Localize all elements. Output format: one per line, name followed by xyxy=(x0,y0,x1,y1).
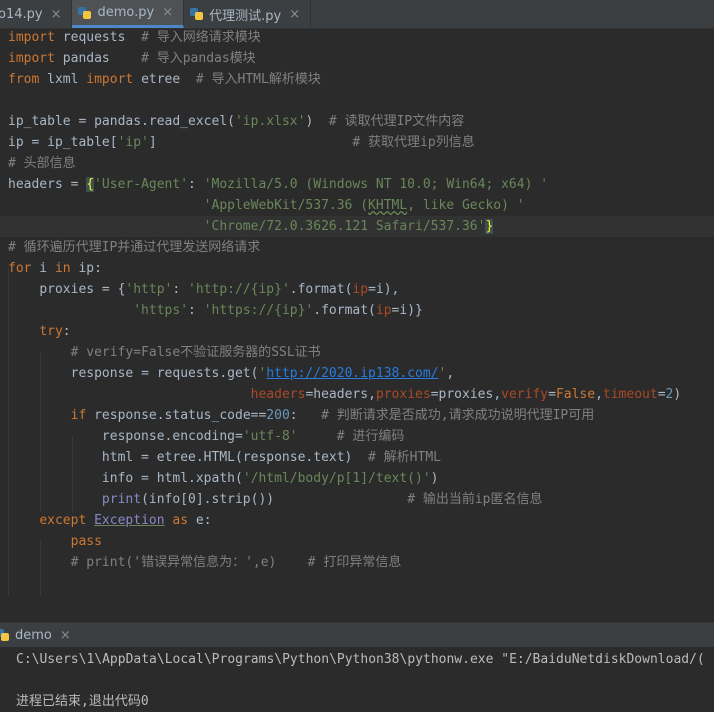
code-line: # verify=False不验证服务器的SSL证书 xyxy=(70,345,321,360)
python-file-icon xyxy=(190,7,204,21)
code-line: except Exception as e: xyxy=(39,513,212,528)
code-line: import requests # 导入网络请求模块 xyxy=(8,30,261,45)
code-line: if response.status_code==200: # 判断请求是否成功… xyxy=(70,408,595,423)
code-line: 'AppleWebKit/537.36 (KHTML, like Gecko) … xyxy=(203,198,525,213)
run-tab-label: demo xyxy=(15,627,52,643)
close-icon[interactable]: × xyxy=(51,7,62,22)
code-line: import pandas # 导入pandas模块 xyxy=(8,51,256,66)
url-link: http://2020.ip138.com/ xyxy=(266,366,439,381)
close-icon[interactable]: × xyxy=(289,7,300,22)
code-editor[interactable]: import requests # 导入网络请求模块 import pandas… xyxy=(0,29,714,596)
python-file-icon xyxy=(78,6,92,20)
console-line: 进程已结束,退出代码0 xyxy=(16,694,149,709)
code-line: # 头部信息 xyxy=(8,156,76,171)
tab-label: demo.py xyxy=(97,5,155,20)
code-line: for i in ip: xyxy=(8,261,102,276)
tab-label: o14.py xyxy=(0,6,43,22)
close-icon[interactable]: × xyxy=(60,628,71,643)
code-line: response.encoding='utf-8' # 进行编码 xyxy=(101,429,405,444)
python-file-icon xyxy=(0,628,10,642)
code-line: from lxml import etree # 导入HTML解析模块 xyxy=(8,72,321,87)
code-line: # print('错误异常信息为：',e) # 打印异常信息 xyxy=(70,555,402,570)
code-line: html = etree.HTML(response.text) # 解析HTM… xyxy=(101,450,441,465)
editor-tab-bar: o14.py × demo.py × 代理测试.py × xyxy=(0,0,714,29)
run-tab-demo[interactable]: demo × xyxy=(0,628,79,643)
code-line: headers = {'User-Agent': 'Mozilla/5.0 (W… xyxy=(8,177,549,192)
code-line: response = requests.get('http://2020.ip1… xyxy=(70,366,455,381)
code-line-current: 'Chrome/72.0.3626.121 Safari/537.36'} xyxy=(0,216,714,237)
code-line: 'https': 'https://{ip}'.format(ip=i)} xyxy=(133,303,423,318)
tab-o14[interactable]: o14.py × xyxy=(0,0,73,28)
run-tool-window-header: demo × xyxy=(0,622,714,647)
code-line: try: xyxy=(39,324,71,339)
code-line: proxies = {'http': 'http://{ip}'.format(… xyxy=(39,282,400,297)
code-line: headers=headers,proxies=proxies,verify=F… xyxy=(250,387,682,402)
code-line: ip = ip_table['ip'] # 获取代理ip列信息 xyxy=(8,135,475,150)
code-line: print(info[0].strip()) # 输出当前ip匿名信息 xyxy=(101,492,543,507)
tab-proxy-test[interactable]: 代理测试.py × xyxy=(184,0,312,28)
code-line: info = html.xpath('/html/body/p[1]/text(… xyxy=(101,471,439,486)
close-icon[interactable]: × xyxy=(162,5,173,20)
code-line: pass xyxy=(70,534,102,549)
tab-label: 代理测试.py xyxy=(209,8,282,24)
code-line: ip_table = pandas.read_excel('ip.xlsx') … xyxy=(8,114,465,129)
code-line: # 循环遍历代理IP并通过代理发送网络请求 xyxy=(8,240,261,255)
run-console[interactable]: C:\Users\1\AppData\Local\Programs\Python… xyxy=(0,647,714,712)
tab-demo[interactable]: demo.py × xyxy=(72,0,185,28)
console-line: C:\Users\1\AppData\Local\Programs\Python… xyxy=(16,652,705,667)
